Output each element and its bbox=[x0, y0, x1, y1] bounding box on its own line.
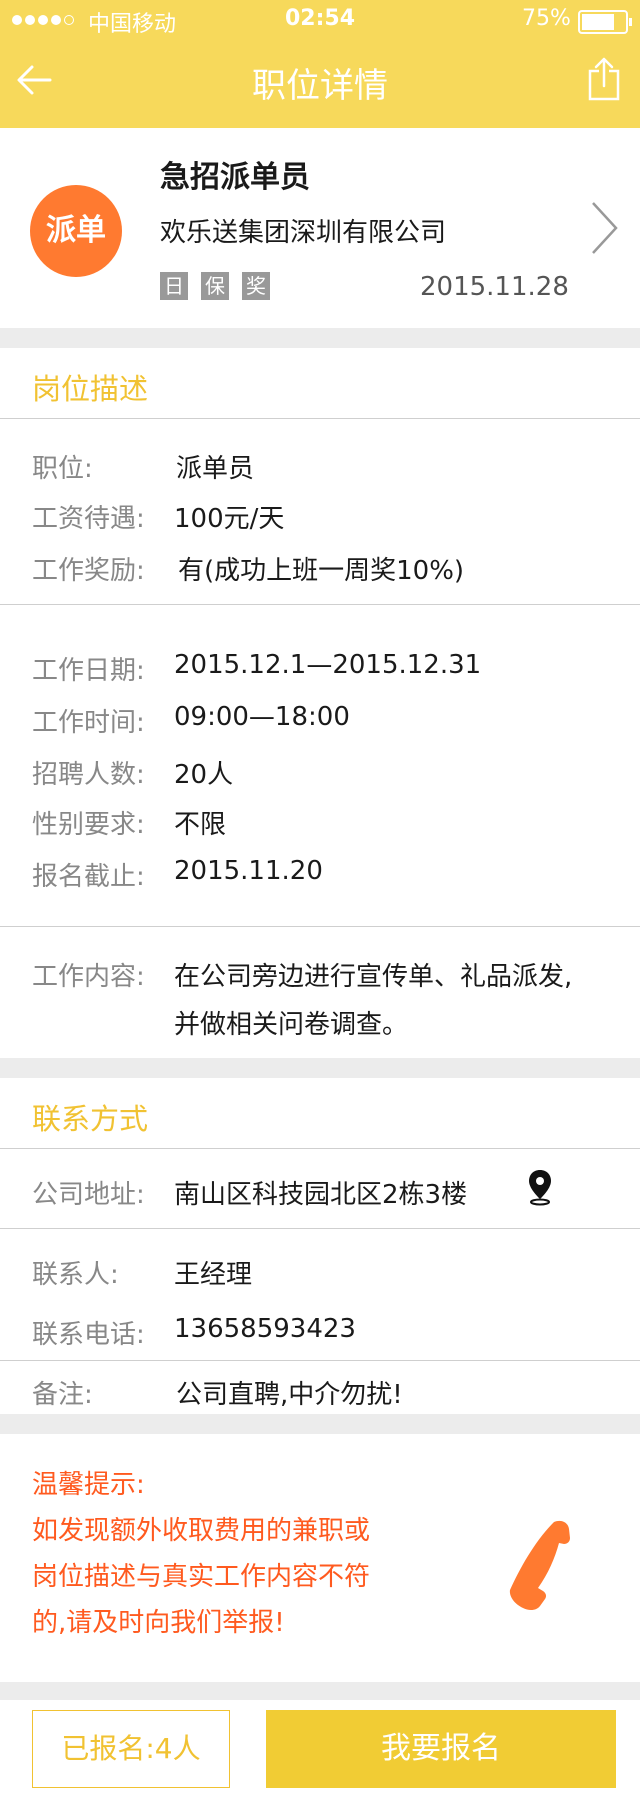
divider bbox=[0, 604, 640, 605]
notice-line-3: 的,请及时向我们举报! bbox=[32, 1608, 285, 1638]
work-date-label: 工作日期: bbox=[32, 656, 145, 686]
location-pin-icon[interactable] bbox=[526, 1168, 554, 1206]
note-label: 备注: bbox=[32, 1380, 93, 1410]
description-heading: 岗位描述 bbox=[32, 372, 149, 406]
registered-count: 已报名:4人 bbox=[32, 1710, 230, 1788]
contact-heading: 联系方式 bbox=[32, 1102, 149, 1136]
headcount-value: 20人 bbox=[174, 760, 234, 790]
work-content-line-1: 在公司旁边进行宣传单、礼品派发, bbox=[174, 962, 573, 992]
bonus-label: 工作奖励: bbox=[32, 556, 145, 586]
address-label: 公司地址: bbox=[32, 1180, 145, 1210]
salary-label: 工资待遇: bbox=[32, 504, 145, 534]
note-value: 公司直聘,中介勿扰! bbox=[176, 1380, 403, 1410]
phone-value[interactable]: 13658593423 bbox=[174, 1314, 356, 1344]
divider bbox=[0, 1228, 640, 1229]
position-value: 派单员 bbox=[176, 454, 255, 484]
deadline-label: 报名截止: bbox=[32, 862, 145, 892]
salary-value: 100元/天 bbox=[174, 504, 285, 534]
deadline-value: 2015.11.20 bbox=[174, 856, 323, 886]
phone-label: 联系电话: bbox=[32, 1320, 145, 1350]
work-time-value: 09:00—18:00 bbox=[174, 702, 350, 732]
phone-report-icon[interactable] bbox=[506, 1516, 576, 1614]
divider bbox=[0, 1148, 640, 1149]
divider bbox=[0, 1360, 640, 1361]
work-time-label: 工作时间: bbox=[32, 708, 145, 738]
notice-line-2: 岗位描述与真实工作内容不符 bbox=[32, 1562, 371, 1592]
work-content-line-2: 并做相关问卷调查。 bbox=[174, 1010, 409, 1040]
divider bbox=[0, 926, 640, 927]
share-icon bbox=[588, 57, 620, 101]
share-button[interactable] bbox=[586, 56, 622, 102]
notice-line-1: 如发现额外收取费用的兼职或 bbox=[32, 1516, 371, 1546]
company-name: 欢乐送集团深圳有限公司 bbox=[160, 218, 447, 248]
address-value[interactable]: 南山区科技园北区2栋3楼 bbox=[174, 1174, 467, 1211]
job-title: 急招派单员 bbox=[160, 160, 310, 195]
apply-button[interactable]: 我要报名 bbox=[266, 1710, 616, 1788]
chevron-right-icon[interactable] bbox=[590, 200, 620, 256]
work-date-value: 2015.12.1—2015.12.31 bbox=[174, 650, 482, 680]
gender-value: 不限 bbox=[174, 810, 227, 840]
post-date: 2015.11.28 bbox=[420, 272, 569, 302]
bonus-value: 有(成功上班一周奖10%) bbox=[178, 556, 465, 586]
notice-title: 温馨提示: bbox=[32, 1470, 145, 1500]
contact-person-value: 王经理 bbox=[174, 1260, 253, 1290]
position-label: 职位: bbox=[32, 454, 93, 484]
divider bbox=[0, 418, 640, 419]
contact-person-label: 联系人: bbox=[32, 1260, 119, 1290]
tag-bonus: 奖 bbox=[242, 272, 270, 300]
gender-label: 性别要求: bbox=[32, 810, 145, 840]
battery-percent: 75% bbox=[522, 6, 571, 31]
company-logo: 派单 bbox=[30, 185, 122, 277]
work-content-label: 工作内容: bbox=[32, 962, 145, 992]
headcount-label: 招聘人数: bbox=[32, 760, 145, 790]
battery-icon bbox=[578, 10, 632, 34]
warm-tip: 温馨提示: 如发现额外收取费用的兼职或 岗位描述与真实工作内容不符 的,请及时向… bbox=[32, 1462, 370, 1646]
tag-insurance: 保 bbox=[201, 272, 229, 300]
tag-daily-pay: 日 bbox=[160, 272, 188, 300]
page-title: 职位详情 bbox=[252, 66, 388, 106]
header-bar: 中国移动 02:54 75% 职位详情 bbox=[0, 0, 640, 128]
